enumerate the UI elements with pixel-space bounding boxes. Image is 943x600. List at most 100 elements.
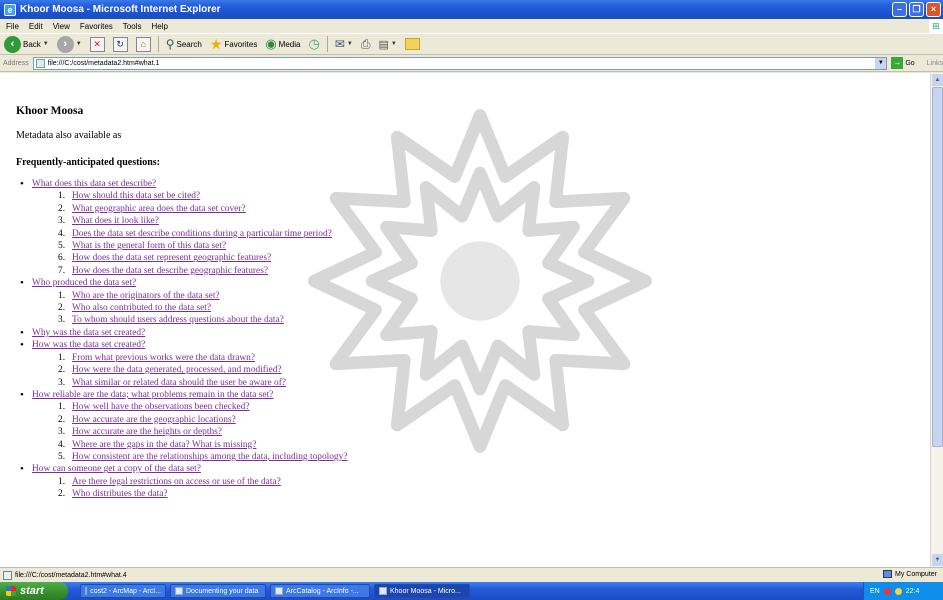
faq-link[interactable]: How was the data set created?	[32, 340, 145, 350]
address-input[interactable]: file:///C:/cost/metadata2.htm#what.1 ▼	[32, 56, 888, 70]
faq-sublink[interactable]: How should this data set be cited?	[72, 191, 200, 201]
faq-link[interactable]: How reliable are the data; what problems…	[32, 390, 273, 400]
faq-sublink[interactable]: What is the general form of this data se…	[72, 241, 226, 251]
taskbar-button-arccatalog[interactable]: ArcCatalog - ArcInfo -...	[270, 584, 370, 598]
mail-button[interactable]: ✉ ▼	[333, 34, 355, 54]
clock: 22:4	[905, 587, 920, 595]
chevron-down-icon: ▼	[346, 41, 353, 47]
faq-sublink[interactable]: From what previous works were the data d…	[72, 353, 255, 363]
star-icon: ★	[209, 35, 223, 52]
faq-link[interactable]: Who produced the data set?	[32, 278, 136, 288]
chevron-down-icon[interactable]: ▼	[875, 57, 887, 69]
faq-sublink[interactable]: How accurate are the geographic location…	[72, 415, 236, 425]
language-indicator[interactable]: EN	[870, 588, 880, 595]
faq-sublink[interactable]: Who are the originators of the data set?	[72, 291, 220, 301]
search-button[interactable]: ⚲ Search	[164, 34, 204, 54]
faq-subitem: 5. What is the general form of this data …	[58, 241, 227, 252]
faq-sublink[interactable]: Who also contributed to the data set?	[72, 303, 211, 313]
scroll-down-icon[interactable]: ▼	[932, 554, 943, 566]
metadata-formats-line: Metadata also available as	[16, 130, 122, 141]
menu-tools[interactable]: Tools	[123, 22, 142, 31]
faq-sublink[interactable]: How consistent are the relationships amo…	[72, 452, 347, 462]
faq-sublink[interactable]: What does it look like?	[72, 216, 159, 226]
forward-arrow-icon: ›	[56, 35, 74, 53]
faq-sublink[interactable]: Who distributes the data?	[72, 489, 168, 499]
forward-button[interactable]: › ▼	[55, 34, 84, 54]
faq-link[interactable]: Why was the data set created?	[32, 328, 145, 338]
faq-sublink[interactable]: To whom should users address questions a…	[72, 315, 284, 325]
app-icon	[175, 587, 183, 595]
menu-help[interactable]: Help	[151, 22, 167, 31]
faq-sublist: 1. From what previous works were the data…	[32, 352, 923, 389]
faq-sublink[interactable]: What geographic area does the data set c…	[72, 204, 246, 214]
history-button[interactable]: ◷	[306, 34, 321, 54]
taskbar-button-documenting[interactable]: Documenting your data	[170, 584, 266, 598]
faq-link[interactable]: How can someone get a copy of the data s…	[32, 464, 201, 474]
refresh-icon: ↻	[112, 36, 128, 52]
windows-flag-icon	[6, 586, 16, 596]
folder-button[interactable]	[403, 34, 422, 54]
standard-toolbar: ‹ Back ▼ › ▼ ✕ ↻ ⌂ ⚲ Search ★ Favorites …	[0, 33, 943, 55]
menu-bar: File Edit View Favorites Tools Help ⊞	[0, 19, 943, 33]
faq-sublink[interactable]: What similar or related data should the …	[72, 378, 286, 388]
tray-alert-icon[interactable]	[883, 587, 891, 595]
back-arrow-icon: ‹	[4, 35, 21, 53]
faq-subitem: 2. How were the data generated, processed…	[58, 365, 282, 376]
faq-item: Why was the data set created?	[20, 327, 923, 340]
history-icon: ◷	[308, 36, 320, 51]
title-bar[interactable]: e Khoor Moosa - Microsoft Internet Explo…	[0, 0, 943, 19]
faq-item: How reliable are the data; what problems…	[20, 389, 923, 463]
minimize-icon[interactable]: –	[892, 2, 907, 17]
toolbar-separator	[157, 36, 159, 52]
vertical-scrollbar[interactable]: ▲ ▼	[930, 73, 943, 567]
edit-icon: ▤	[378, 38, 389, 51]
faq-sublist: 1. Are there legal restrictions on access…	[32, 476, 923, 501]
faq-sublink[interactable]: How does the data set represent geograph…	[72, 253, 271, 263]
menu-view[interactable]: View	[53, 22, 70, 31]
tray-network-icon[interactable]	[894, 587, 902, 595]
edit-button[interactable]: ▤ ▼	[376, 34, 398, 54]
links-button[interactable]: Links	[927, 60, 943, 67]
stop-button[interactable]: ✕	[88, 34, 107, 54]
page-title: Khoor Moosa	[16, 105, 84, 117]
faq-subitem: 1. From what previous works were the data…	[58, 352, 256, 363]
maximize-icon[interactable]: ❐	[909, 2, 924, 17]
close-icon[interactable]: ×	[926, 2, 941, 17]
page-icon	[3, 570, 12, 580]
faq-item: How can someone get a copy of the data s…	[20, 463, 923, 500]
taskbar-button-arcmap[interactable]: cost2 - ArcMap - ArcI...	[80, 584, 166, 598]
faq-subitem: 4. Does the data set describe conditions …	[58, 228, 332, 239]
faq-subitem: 1. How should this data set be cited?	[58, 191, 201, 202]
faq-sublink[interactable]: How does the data set describe geographi…	[72, 266, 268, 276]
start-button[interactable]: start	[0, 582, 68, 600]
ie-app-icon	[379, 587, 387, 595]
media-button[interactable]: ◉ Media	[263, 34, 302, 54]
favorites-button[interactable]: ★ Favorites	[208, 34, 259, 54]
scroll-thumb[interactable]	[932, 87, 943, 447]
faq-link[interactable]: What does this data set describe?	[32, 179, 156, 189]
back-button[interactable]: ‹ Back ▼	[2, 34, 51, 54]
search-icon: ⚲	[165, 37, 175, 51]
home-button[interactable]: ⌂	[134, 34, 153, 54]
faq-item: How was the data set created? 1.From wha…	[20, 339, 923, 389]
faq-subitem: 1. Who are the originators of the data se…	[58, 290, 220, 301]
taskbar-button-khoor-moosa[interactable]: Khoor Moosa - Micro...	[374, 584, 470, 598]
print-button[interactable]: ⎙	[359, 34, 373, 54]
menu-favorites[interactable]: Favorites	[80, 22, 113, 31]
media-icon: ◉	[265, 36, 277, 51]
computer-icon	[882, 570, 892, 578]
go-button[interactable]: → Go	[891, 57, 915, 69]
toolbar-separator	[326, 36, 328, 52]
scroll-up-icon[interactable]: ▲	[932, 74, 943, 86]
faq-sublink[interactable]: Are there legal restrictions on access o…	[72, 477, 281, 487]
faq-sublink[interactable]: How accurate are the heights or depths?	[72, 427, 222, 437]
faq-sublink[interactable]: Does the data set describe conditions du…	[72, 229, 332, 239]
faq-item: What does this data set describe? 1.How …	[20, 178, 923, 277]
faq-sublink[interactable]: How well have the observations been chec…	[72, 402, 250, 412]
address-url: file:///C:/cost/metadata2.htm#what.1	[47, 59, 160, 67]
faq-sublink[interactable]: How were the data generated, processed, …	[72, 365, 282, 375]
menu-edit[interactable]: Edit	[29, 22, 43, 31]
menu-file[interactable]: File	[6, 22, 19, 31]
refresh-button[interactable]: ↻	[111, 34, 130, 54]
faq-sublink[interactable]: Where are the gaps in the data? What is …	[72, 440, 256, 450]
